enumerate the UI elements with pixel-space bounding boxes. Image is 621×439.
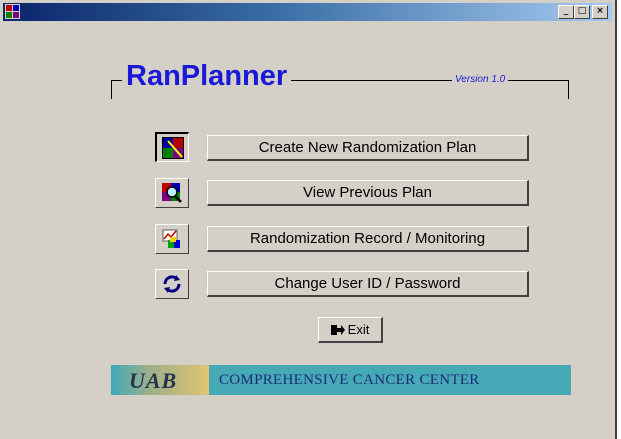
exit-door-icon (330, 324, 345, 335)
banner-text: COMPREHENSIVE CANCER CENTER (209, 365, 571, 395)
plan-grid-icon (161, 136, 184, 159)
user-password-icon (163, 275, 181, 293)
change-user-password-button[interactable]: Change User ID / Password (207, 271, 529, 297)
exit-label: Exit (347, 322, 370, 337)
view-previous-plan-button[interactable]: View Previous Plan (207, 180, 529, 206)
create-new-plan-button[interactable]: Create New Randomization Plan (207, 135, 529, 161)
close-button[interactable]: × (592, 5, 608, 19)
main-window: _ □ × RanPlanner Version 1.0 Create New … (0, 0, 617, 439)
record-icon-button[interactable] (155, 224, 189, 254)
title-bar[interactable]: _ □ × (3, 3, 612, 21)
app-title: RanPlanner (122, 59, 292, 93)
version-label: Version 1.0 (452, 73, 509, 87)
uab-banner: UAB COMPREHENSIVE CANCER CENTER (111, 365, 571, 395)
view-plan-icon-button[interactable] (155, 178, 189, 208)
uab-logo-text: UAB (129, 368, 178, 393)
exit-button[interactable]: Exit (318, 317, 383, 343)
minimize-button[interactable]: _ (558, 5, 574, 19)
uab-logo: UAB (111, 365, 209, 395)
magnifier-plan-icon (162, 183, 182, 203)
create-plan-icon-button[interactable] (155, 132, 189, 162)
app-icon[interactable] (5, 4, 20, 19)
user-password-icon-button[interactable] (155, 269, 189, 299)
maximize-button[interactable]: □ (574, 5, 590, 19)
chart-record-icon (162, 229, 180, 248)
randomization-record-button[interactable]: Randomization Record / Monitoring (207, 226, 529, 252)
